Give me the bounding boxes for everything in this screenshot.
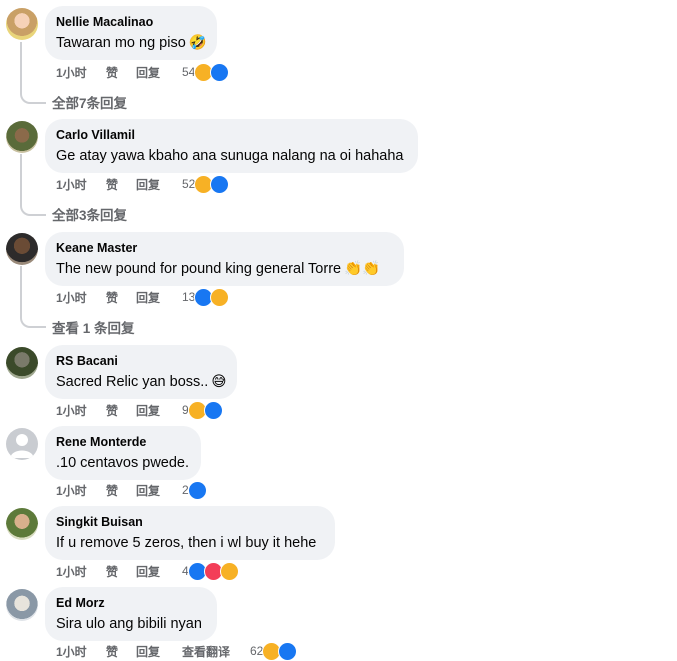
avatar[interactable] — [6, 8, 38, 40]
reaction-summary[interactable]: 13 — [182, 287, 230, 307]
reaction-summary[interactable]: 2 — [182, 480, 207, 500]
timestamp[interactable]: 1小时 — [56, 643, 106, 660]
avatar[interactable] — [6, 508, 38, 540]
reply-button[interactable]: 回复 — [136, 402, 182, 419]
commenter-name[interactable]: Nellie Macalinao — [56, 14, 205, 30]
reaction-count: 62 — [250, 644, 264, 658]
comment-bubble: RS Bacani Sacred Relic yan boss.. 😅 — [45, 345, 237, 399]
comment-bubble: Carlo Villamil Ge atay yawa kbaho ana su… — [45, 119, 418, 173]
comment-bubble: Ed Morz Sira ulo ang bibili nyan — [45, 587, 217, 641]
like-button[interactable]: 赞 — [106, 482, 136, 499]
view-replies-link[interactable]: 全部7条回复 — [52, 92, 127, 112]
comment-bubble: Nellie Macalinao Tawaran mo ng piso 🤣 — [45, 6, 217, 60]
grinning-sweat-icon: 😅 — [211, 374, 227, 390]
timestamp[interactable]: 1小时 — [56, 289, 106, 306]
like-icon — [210, 62, 230, 82]
reply-button[interactable]: 回复 — [136, 64, 182, 81]
comment-text: Sacred Relic yan boss.. — [56, 374, 209, 390]
avatar[interactable] — [6, 121, 38, 153]
comment-actions: 1小时 赞 回复 查看翻译 62 — [56, 641, 298, 661]
haha-icon — [210, 287, 230, 307]
avatar[interactable] — [6, 589, 38, 621]
reaction-summary[interactable]: 54 — [182, 62, 230, 82]
reaction-summary[interactable]: 52 — [182, 174, 230, 194]
reaction-summary[interactable]: 9 — [182, 400, 223, 420]
commenter-name[interactable]: RS Bacani — [56, 353, 225, 369]
reply-button[interactable]: 回复 — [136, 289, 182, 306]
comment-text: Tawaran mo ng piso — [56, 35, 186, 51]
commenter-name[interactable]: Carlo Villamil — [56, 127, 406, 143]
view-replies-link[interactable]: 查看 1 条回复 — [52, 317, 135, 337]
timestamp[interactable]: 1小时 — [56, 482, 106, 499]
reply-button[interactable]: 回复 — [136, 643, 182, 660]
thread-line — [20, 266, 46, 328]
like-button[interactable]: 赞 — [106, 563, 136, 580]
like-icon — [187, 480, 207, 500]
default-avatar-icon[interactable] — [6, 428, 38, 460]
rofl-emoji-icon: 🤣 — [188, 35, 207, 51]
comment-bubble: Singkit Buisan If u remove 5 zeros, then… — [45, 506, 335, 560]
comment-text: Ge atay yawa kbaho ana sunuga nalang na … — [56, 148, 404, 164]
comment-actions: 1小时 赞 回复 9 — [56, 400, 223, 420]
clapping-hands-icon: 👏👏 — [344, 261, 381, 277]
thread-line — [20, 42, 46, 104]
like-icon — [278, 641, 298, 661]
timestamp[interactable]: 1小时 — [56, 563, 106, 580]
comment-actions: 1小时 赞 回复 54 — [56, 62, 230, 82]
reaction-count: 52 — [182, 177, 196, 191]
comment-text: If u remove 5 zeros, then i wl buy it he… — [56, 535, 317, 551]
reaction-count: 54 — [182, 65, 196, 79]
commenter-name[interactable]: Singkit Buisan — [56, 514, 323, 530]
timestamp[interactable]: 1小时 — [56, 64, 106, 81]
reaction-summary[interactable]: 62 — [250, 641, 298, 661]
comment-actions: 1小时 赞 回复 2 — [56, 480, 207, 500]
comment-actions: 1小时 赞 回复 52 — [56, 174, 230, 194]
comment-bubble: Rene Monterde .10 centavos pwede. — [45, 426, 201, 480]
like-button[interactable]: 赞 — [106, 64, 136, 81]
thread-line — [20, 154, 46, 216]
reply-button[interactable]: 回复 — [136, 176, 182, 193]
commenter-name[interactable]: Keane Master — [56, 240, 392, 256]
reaction-count: 13 — [182, 290, 196, 304]
comment-text: Sira ulo ang bibili nyan — [56, 616, 202, 632]
reply-button[interactable]: 回复 — [136, 482, 182, 499]
reaction-summary[interactable]: 4 — [182, 561, 239, 581]
commenter-name[interactable]: Rene Monterde — [56, 434, 189, 450]
reply-button[interactable]: 回复 — [136, 563, 182, 580]
avatar[interactable] — [6, 347, 38, 379]
comment-actions: 1小时 赞 回复 4 — [56, 561, 239, 581]
comment-bubble: Keane Master The new pound for pound kin… — [45, 232, 404, 286]
like-button[interactable]: 赞 — [106, 289, 136, 306]
like-icon — [203, 400, 223, 420]
view-replies-link[interactable]: 全部3条回复 — [52, 204, 127, 224]
commenter-name[interactable]: Ed Morz — [56, 595, 205, 611]
avatar[interactable] — [6, 233, 38, 265]
like-button[interactable]: 赞 — [106, 643, 136, 660]
comment-text: The new pound for pound king general Tor… — [56, 261, 342, 277]
timestamp[interactable]: 1小时 — [56, 176, 106, 193]
comment-text: .10 centavos pwede. — [56, 455, 190, 471]
haha-icon — [219, 561, 239, 581]
like-button[interactable]: 赞 — [106, 176, 136, 193]
like-button[interactable]: 赞 — [106, 402, 136, 419]
timestamp[interactable]: 1小时 — [56, 402, 106, 419]
comment-actions: 1小时 赞 回复 13 — [56, 287, 230, 307]
see-translation-button[interactable]: 查看翻译 — [182, 643, 250, 660]
like-icon — [210, 174, 230, 194]
